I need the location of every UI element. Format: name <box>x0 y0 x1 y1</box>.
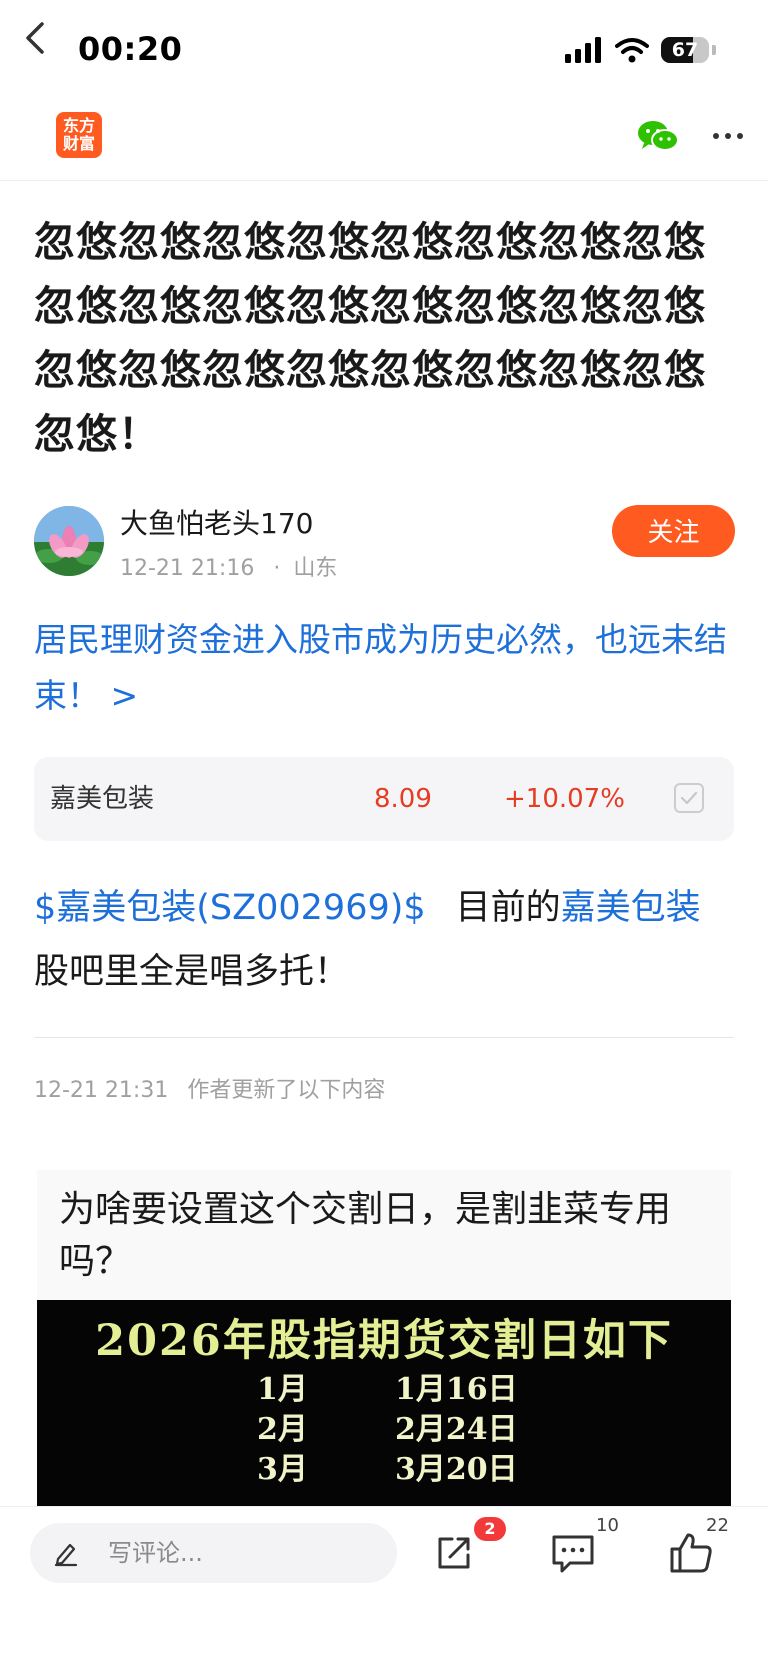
wifi-icon <box>615 38 649 63</box>
author-avatar[interactable] <box>34 506 104 576</box>
lotus-avatar-image <box>34 506 104 576</box>
watchlist-checkbox[interactable] <box>674 783 704 813</box>
bottom-action-bar: 写评论... 2 10 22 <box>0 1506 768 1664</box>
update-note: 12-21 21:31 作者更新了以下内容 <box>34 1072 385 1104</box>
image-row-month: 1月 <box>257 1372 308 1407</box>
image-row-date: 3月20日 <box>395 1452 518 1487</box>
author-name[interactable]: 大鱼怕老头170 <box>120 502 313 542</box>
stock-name: 嘉美包装 <box>50 784 155 814</box>
image-row: 2月 2月24日 <box>37 1404 731 1448</box>
image-row-month: 2月 <box>257 1412 308 1447</box>
stock-price: 8.09 <box>374 784 432 814</box>
battery-level: 67 <box>671 39 699 61</box>
post-meta: 12-21 21:16 · 山东 <box>120 550 337 582</box>
more-icon[interactable] <box>706 118 750 154</box>
pencil-icon <box>54 1543 78 1567</box>
status-icons: 67 <box>565 34 716 66</box>
image-table: 2026年股指期货交割日如下 1月 1月16日 2月 2月24日 3月 3月20… <box>37 1300 731 1510</box>
battery-indicator: 67 <box>661 37 709 63</box>
comment-icon[interactable] <box>548 1529 598 1577</box>
image-heading: 2026年股指期货交割日如下 <box>95 1316 673 1366</box>
image-row-date: 2月24日 <box>395 1412 518 1447</box>
cellular-signal-icon <box>565 37 601 63</box>
image-caption: 为啥要设置这个交割日，是割韭菜专用吗？ <box>37 1170 731 1300</box>
body-text-1: 目前的 <box>455 888 561 928</box>
comment-input[interactable]: 写评论... <box>30 1523 397 1583</box>
stock-change: +10.07% <box>504 784 625 814</box>
content-divider <box>34 1037 734 1038</box>
meta-separator: · <box>273 556 281 581</box>
image-row-month: 3月 <box>257 1452 308 1487</box>
stock-mention-link[interactable]: 嘉美包装 <box>561 888 701 928</box>
app-logo: 东方 财富 <box>56 112 102 158</box>
post-title: 忽悠忽悠忽悠忽悠忽悠忽悠忽悠忽悠忽悠忽悠忽悠忽悠忽悠忽悠忽悠忽悠忽悠忽悠忽悠忽悠… <box>34 218 706 458</box>
post-image[interactable]: 为啥要设置这个交割日，是割韭菜专用吗？ 2026年股指期货交割日如下 1月 1月… <box>37 1170 731 1510</box>
share-count-badge: 2 <box>474 1517 506 1541</box>
update-label: 作者更新了以下内容 <box>187 1078 386 1103</box>
status-bar: 00:20 67 <box>0 0 768 100</box>
logo-line-1: 东方 <box>62 116 95 135</box>
battery-tip <box>712 45 716 55</box>
share-icon[interactable] <box>430 1529 478 1577</box>
comment-placeholder: 写评论... <box>108 1539 203 1567</box>
follow-button[interactable]: 关注 <box>612 505 735 557</box>
update-time: 12-21 21:31 <box>34 1078 169 1103</box>
status-time: 00:20 <box>78 30 183 68</box>
post-body: $嘉美包装(SZ002969)$ 目前的嘉美包装股吧里全是唱多托！ <box>34 876 744 1004</box>
image-row: 1月 1月16日 <box>37 1364 731 1408</box>
image-row: 3月 3月20日 <box>37 1444 731 1488</box>
image-row-date: 1月16日 <box>395 1372 518 1407</box>
back-icon[interactable] <box>16 16 56 60</box>
post-location: 山东 <box>293 556 338 581</box>
topic-link[interactable]: 居民理财资金进入股市成为历史必然，也远未结束！ > <box>34 612 734 724</box>
post-timestamp: 12-21 21:16 <box>120 556 255 581</box>
stock-tag-link[interactable]: $嘉美包装(SZ002969)$ <box>34 888 426 928</box>
logo-line-2: 财富 <box>62 134 95 153</box>
like-count: 22 <box>706 1515 729 1536</box>
check-icon <box>680 791 698 805</box>
body-text-2: 股吧里全是唱多托！ <box>34 952 350 992</box>
stock-card[interactable]: 嘉美包装 8.09 +10.07% <box>34 757 734 841</box>
wechat-share-icon[interactable] <box>636 118 680 156</box>
comment-count: 10 <box>596 1515 619 1536</box>
